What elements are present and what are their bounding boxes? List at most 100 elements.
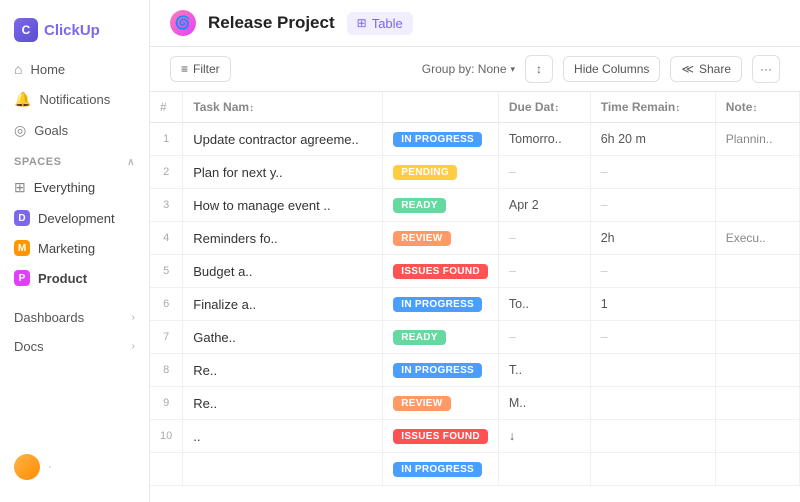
notes-cell: [715, 354, 799, 387]
time-remaining-cell: [590, 387, 715, 420]
col-due-date[interactable]: Due Dat↕: [498, 92, 590, 123]
sidebar-nav: ⌂ Home 🔔 Notifications ◎ Goals: [0, 54, 149, 146]
due-date-cell: –: [498, 156, 590, 189]
table-row[interactable]: 2Plan for next y..PENDING––: [150, 156, 800, 189]
sidebar-item-product[interactable]: P Product: [0, 263, 149, 293]
page-header: 🌀 Release Project ⊞ Table: [150, 0, 800, 47]
view-tab-label: Table: [372, 16, 403, 31]
space-label: Development: [38, 211, 115, 226]
notes-cell: [715, 387, 799, 420]
user-avatar-area[interactable]: ·: [0, 444, 149, 490]
table-icon: ⊞: [357, 16, 367, 30]
col-time-remaining[interactable]: Time Remain↕: [590, 92, 715, 123]
task-name-cell[interactable]: Finalize a..: [183, 288, 383, 321]
goals-icon: ◎: [14, 122, 26, 139]
chevron-right-icon: ›: [132, 312, 135, 323]
status-cell: IN PROGRESS: [383, 288, 499, 321]
task-name-cell[interactable]: Gathe..: [183, 321, 383, 354]
time-remaining-cell: –: [590, 189, 715, 222]
col-hash: #: [150, 92, 183, 123]
sidebar-bottom: Dashboards › Docs ›: [0, 303, 149, 361]
task-name-cell[interactable]: Budget a..: [183, 255, 383, 288]
hide-columns-button[interactable]: Hide Columns: [563, 56, 660, 82]
chevron-icon: ∧: [127, 157, 135, 168]
table-row[interactable]: 6Finalize a..IN PROGRESSTo..1: [150, 288, 800, 321]
view-tab-table[interactable]: ⊞ Table: [347, 12, 413, 35]
sidebar-item-marketing[interactable]: M Marketing: [0, 233, 149, 263]
sidebar-item-label: Notifications: [39, 92, 110, 107]
task-name-cell[interactable]: Update contractor agreeme..: [183, 123, 383, 156]
filter-button[interactable]: ≡ Filter: [170, 56, 231, 82]
table-row[interactable]: 5Budget a..ISSUES FOUND––: [150, 255, 800, 288]
time-remaining-cell: 1: [590, 288, 715, 321]
col-task-name[interactable]: Task Nam↕: [183, 92, 383, 123]
due-date-cell: To..: [498, 288, 590, 321]
user-label: ·: [48, 461, 52, 473]
table-row[interactable]: IN PROGRESS: [150, 453, 800, 486]
status-cell: ISSUES FOUND: [383, 420, 499, 453]
due-date-cell: –: [498, 222, 590, 255]
status-badge: READY: [393, 198, 446, 213]
task-name-cell[interactable]: [183, 453, 383, 486]
space-label: Marketing: [38, 241, 95, 256]
logo-icon: C: [14, 18, 38, 42]
sidebar-item-home[interactable]: ⌂ Home: [0, 54, 149, 84]
status-badge: IN PROGRESS: [393, 132, 482, 147]
sidebar-item-label: Goals: [34, 123, 68, 138]
task-name-cell[interactable]: Plan for next y..: [183, 156, 383, 189]
row-number: 7: [150, 321, 183, 354]
notes-cell: [715, 156, 799, 189]
filter-icon: ≡: [181, 62, 188, 76]
bell-icon: 🔔: [14, 91, 31, 108]
time-remaining-cell: 2h: [590, 222, 715, 255]
row-number: 3: [150, 189, 183, 222]
task-name-cell[interactable]: Re..: [183, 387, 383, 420]
group-by-label: Group by: None: [422, 62, 507, 76]
row-number: 5: [150, 255, 183, 288]
status-cell: IN PROGRESS: [383, 453, 499, 486]
sidebar-item-goals[interactable]: ◎ Goals: [0, 115, 149, 146]
task-table: # Task Nam↕ Due Dat↕ Time Remain↕ Note↕ …: [150, 92, 800, 486]
notes-cell: [715, 453, 799, 486]
row-number: 6: [150, 288, 183, 321]
sidebar-item-notifications[interactable]: 🔔 Notifications: [0, 84, 149, 115]
sidebar-item-everything[interactable]: ⊞ Everything: [0, 172, 149, 203]
sidebar-item-dashboards[interactable]: Dashboards ›: [0, 303, 149, 332]
status-cell: IN PROGRESS: [383, 123, 499, 156]
sidebar-item-development[interactable]: D Development: [0, 203, 149, 233]
row-number: 4: [150, 222, 183, 255]
main-content: 🌀 Release Project ⊞ Table ≡ Filter Group…: [150, 0, 800, 502]
app-logo[interactable]: C ClickUp: [0, 12, 149, 54]
table-row[interactable]: 8Re..IN PROGRESST..: [150, 354, 800, 387]
sort-button[interactable]: ↕: [525, 55, 553, 83]
more-options-button[interactable]: ···: [752, 55, 780, 83]
status-cell: REVIEW: [383, 387, 499, 420]
row-number: [150, 453, 183, 486]
status-badge: IN PROGRESS: [393, 462, 482, 477]
status-badge: PENDING: [393, 165, 457, 180]
table-row[interactable]: 1Update contractor agreeme..IN PROGRESST…: [150, 123, 800, 156]
due-date-cell: [498, 453, 590, 486]
row-number: 1: [150, 123, 183, 156]
status-badge: IN PROGRESS: [393, 363, 482, 378]
task-name-cell[interactable]: ..: [183, 420, 383, 453]
table-row[interactable]: 10..ISSUES FOUND↓: [150, 420, 800, 453]
spaces-list: ⊞ Everything D Development M Marketing P…: [0, 172, 149, 293]
group-by-selector[interactable]: Group by: None ▾: [422, 62, 515, 76]
task-name-cell[interactable]: Reminders fo..: [183, 222, 383, 255]
hide-columns-label: Hide Columns: [574, 62, 649, 76]
table-row[interactable]: 4Reminders fo..REVIEW–2hExecu..: [150, 222, 800, 255]
sidebar-item-docs[interactable]: Docs ›: [0, 332, 149, 361]
table-row[interactable]: 7Gathe..READY––: [150, 321, 800, 354]
due-date-cell: –: [498, 321, 590, 354]
task-name-cell[interactable]: Re..: [183, 354, 383, 387]
col-notes[interactable]: Note↕: [715, 92, 799, 123]
table-row[interactable]: 3How to manage event ..READYApr 2–: [150, 189, 800, 222]
row-number: 9: [150, 387, 183, 420]
due-date-cell: –: [498, 255, 590, 288]
space-label: Product: [38, 271, 87, 286]
table-row[interactable]: 9Re..REVIEWM..: [150, 387, 800, 420]
task-name-cell[interactable]: How to manage event ..: [183, 189, 383, 222]
status-cell: ISSUES FOUND: [383, 255, 499, 288]
share-button[interactable]: ≪ Share: [670, 56, 742, 82]
